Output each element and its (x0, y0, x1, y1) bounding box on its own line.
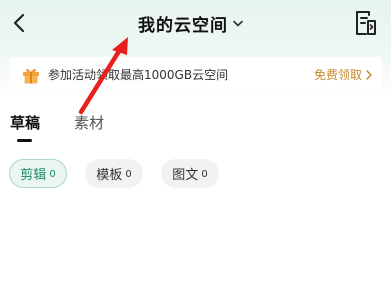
free-claim-link[interactable]: 免费领取 (314, 66, 372, 83)
promo-banner[interactable]: 参加活动领取最高1000GB云空间 免费领取 (9, 57, 382, 92)
chip-count: 0 (201, 169, 208, 180)
chip-label: 模板 (96, 168, 123, 183)
gift-icon (21, 65, 41, 85)
chip-count: 0 (125, 169, 132, 180)
chip-count: 0 (49, 169, 56, 180)
header: 我的云空间 (0, 0, 391, 48)
filter-chip-image-text[interactable]: 图文 0 (161, 159, 219, 188)
tab-materials[interactable]: 素材 (74, 113, 104, 133)
banner-text: 参加活动领取最高1000GB云空间 (48, 68, 229, 82)
title-dropdown[interactable]: 我的云空间 (138, 10, 243, 36)
filter-chip-edit[interactable]: 剪辑 0 (9, 159, 67, 188)
chevron-right-icon (366, 69, 372, 80)
page-title: 我的云空间 (138, 15, 228, 36)
back-button[interactable] (6, 10, 32, 36)
free-claim-label: 免费领取 (313, 68, 362, 82)
document-button[interactable] (353, 9, 379, 37)
active-tab-indicator (17, 139, 32, 142)
document-icon (356, 11, 376, 35)
chevron-left-icon (13, 13, 25, 33)
chip-label: 剪辑 (20, 168, 47, 183)
tab-drafts[interactable]: 草稿 (10, 113, 40, 133)
chevron-down-icon (233, 20, 243, 27)
filter-chip-template[interactable]: 模板 0 (85, 159, 143, 188)
chip-label: 图文 (172, 168, 199, 183)
